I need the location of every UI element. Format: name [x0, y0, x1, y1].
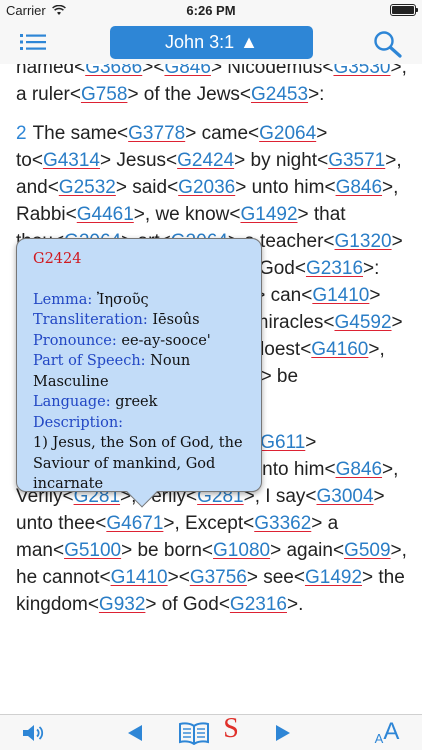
- strongs-link[interactable]: G2064: [259, 123, 316, 144]
- verse-text: > be born<: [121, 540, 214, 561]
- lemma-label: Lemma:: [33, 291, 93, 308]
- verse-text: > Nicodemus<: [210, 64, 334, 78]
- transliteration-value: Iēsoûs: [152, 312, 200, 328]
- transliteration-label: Transliteration:: [33, 312, 148, 328]
- verse-text: ><: [142, 64, 165, 78]
- strongs-link[interactable]: G3362: [254, 513, 311, 534]
- verse-text: > can<: [254, 285, 313, 306]
- part-of-speech-row: Part of Speech: Noun Masculine: [33, 351, 247, 392]
- strongs-link[interactable]: G3778: [128, 123, 185, 144]
- verse-text: > came<: [185, 123, 260, 144]
- status-bar: Carrier 6:26 PM: [0, 0, 422, 20]
- next-chapter-button[interactable]: [272, 720, 294, 746]
- verse-text: > see<: [246, 567, 305, 588]
- strongs-link[interactable]: G846: [336, 459, 382, 480]
- verse-text: The same<: [32, 123, 129, 144]
- strongs-link[interactable]: G2424: [177, 150, 234, 171]
- speaker-icon: [23, 725, 44, 741]
- strongs-link[interactable]: G3756: [190, 567, 247, 588]
- lemma-row: Lemma: Ἰησοῦς: [33, 290, 247, 311]
- strongs-code: G2424: [33, 251, 82, 267]
- book-button[interactable]: [178, 720, 210, 746]
- strongs-link[interactable]: G2316: [230, 594, 287, 615]
- strongs-link[interactable]: G4160: [311, 339, 368, 360]
- strongs-link[interactable]: G1492: [305, 567, 362, 588]
- strongs-link[interactable]: G2316: [306, 258, 363, 279]
- verse-paragraph: named<G3686><G846> Nicodemus<G3530>, a r…: [16, 64, 411, 108]
- verse-text: >.: [286, 594, 304, 615]
- verse-text: > of God<: [145, 594, 230, 615]
- verse-text: > again<: [270, 540, 345, 561]
- strongs-link[interactable]: G4314: [43, 150, 100, 171]
- triangle-right-icon: [276, 725, 290, 741]
- battery-icon: [390, 4, 418, 16]
- verse-text: >:: [308, 84, 325, 105]
- bottom-toolbar: S AA: [0, 713, 422, 750]
- transliteration-row: Transliteration: Iēsoûs: [33, 310, 247, 331]
- language-label: Language:: [33, 394, 111, 410]
- strongs-link[interactable]: G846: [336, 177, 382, 198]
- verse-text: > of the Jews<: [127, 84, 252, 105]
- open-book-icon: [179, 722, 209, 745]
- verse-text: named<: [16, 64, 86, 78]
- font-size-button[interactable]: AA: [370, 718, 404, 746]
- strongs-link[interactable]: G1410: [111, 567, 168, 588]
- strongs-definition-popup[interactable]: G2424 Lemma: Ἰησοῦς Transliteration: Iēs…: [16, 238, 262, 508]
- strongs-link[interactable]: G3686: [85, 64, 142, 78]
- search-button[interactable]: [373, 30, 403, 58]
- font-small-glyph: A: [374, 731, 384, 746]
- strongs-link[interactable]: G758: [81, 84, 127, 105]
- strongs-link[interactable]: G3004: [317, 486, 374, 507]
- language-value: greek: [115, 394, 158, 410]
- font-big-glyph: A: [383, 718, 400, 745]
- reference-label: John 3:1: [165, 32, 235, 52]
- strongs-link[interactable]: G3530: [333, 64, 390, 78]
- strongs-link[interactable]: G1080: [213, 540, 270, 561]
- pronounce-label: Pronounce:: [33, 332, 117, 349]
- strongs-link[interactable]: G3571: [328, 150, 385, 171]
- language-row: Language: greek: [33, 392, 247, 413]
- strongs-link[interactable]: G1410: [312, 285, 369, 306]
- verse-text: > said<: [115, 177, 179, 198]
- caret-up-icon: ▲: [240, 32, 258, 52]
- search-icon: [374, 31, 402, 58]
- strongs-link[interactable]: G4461: [77, 204, 134, 225]
- part-of-speech-label: Part of Speech:: [33, 353, 146, 369]
- nav-bar: John 3:1 ▲: [0, 20, 422, 64]
- strongs-link[interactable]: G932: [99, 594, 145, 615]
- strongs-link[interactable]: G2036: [178, 177, 235, 198]
- strongs-link[interactable]: G1492: [240, 204, 297, 225]
- strongs-link[interactable]: G2453: [251, 84, 308, 105]
- verse-text: >, we know<: [133, 204, 241, 225]
- strongs-link[interactable]: G611: [260, 432, 305, 453]
- strongs-link[interactable]: G4671: [106, 513, 163, 534]
- description-label: Description:: [33, 414, 124, 431]
- verse-text: > unto him<: [235, 177, 336, 198]
- previous-chapter-button[interactable]: [124, 720, 146, 746]
- audio-button[interactable]: [20, 720, 46, 746]
- list-icon: [20, 34, 46, 50]
- verse-text: ><: [167, 567, 190, 588]
- pronounce-row: Pronounce: ee-ay-sooce': [33, 331, 247, 352]
- strongs-link[interactable]: G5100: [64, 540, 121, 561]
- triangle-left-icon: [128, 725, 142, 741]
- verse-text: > Jesus<: [100, 150, 178, 171]
- verse-number[interactable]: 2: [16, 123, 27, 144]
- strongs-link[interactable]: G4592: [334, 312, 391, 333]
- menu-button[interactable]: [20, 32, 46, 52]
- pronounce-value: ee-ay-sooce': [121, 332, 211, 349]
- strongs-link[interactable]: G846: [164, 64, 210, 78]
- verse-text: >, Except<: [163, 513, 255, 534]
- strongs-link[interactable]: G509: [344, 540, 390, 561]
- status-time: 6:26 PM: [186, 3, 236, 18]
- reference-selector-button[interactable]: John 3:1 ▲: [110, 26, 313, 59]
- strongs-toggle-button[interactable]: S: [220, 713, 242, 744]
- strongs-link[interactable]: G1320: [335, 231, 392, 252]
- strongs-link[interactable]: G2532: [59, 177, 116, 198]
- lemma-value: Ἰησοῦς: [96, 291, 149, 308]
- verse-text: > by night<: [234, 150, 329, 171]
